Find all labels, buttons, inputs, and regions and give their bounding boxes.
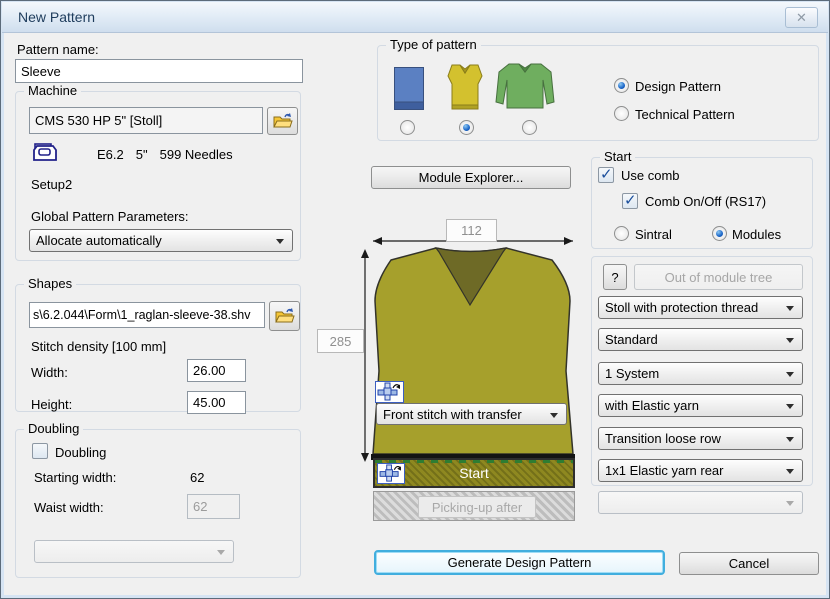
machine-group-label: Machine (24, 83, 81, 98)
sintral-radio[interactable] (614, 226, 629, 241)
title-bar[interactable]: New Pattern ✕ (2, 2, 828, 33)
waist-width-label: Waist width: (34, 500, 104, 515)
sintral-label: Sintral (635, 227, 672, 242)
gpp-label: Global Pattern Parameters: (31, 209, 189, 224)
close-icon: ✕ (796, 10, 807, 26)
out-of-module-tree-button: Out of module tree (634, 264, 803, 290)
fabric-type-dropdown[interactable]: Front stitch with transfer (376, 403, 567, 425)
shapes-group-label: Shapes (24, 276, 76, 291)
machine-icon (31, 142, 57, 162)
shape-path-field[interactable] (29, 302, 265, 328)
starting-width-value: 62 (190, 470, 204, 485)
stitch-density-label: Stitch density [100 mm] (31, 339, 166, 354)
stitch-width-input[interactable] (187, 359, 246, 382)
machine-name-field[interactable] (29, 107, 263, 134)
new-pattern-dialog: New Pattern ✕ Pattern name: Machine E6.2… (0, 0, 830, 599)
system-dropdown[interactable]: 1 System (598, 362, 803, 385)
doubling-dropdown (34, 540, 234, 563)
module-icon (377, 463, 405, 484)
window-title: New Pattern (18, 9, 95, 25)
design-pattern-label: Design Pattern (635, 79, 721, 94)
swatch-pattern-icon[interactable] (394, 67, 424, 110)
modules-label: Modules (732, 227, 781, 242)
pattern-name-input[interactable] (15, 59, 303, 83)
doubling-checkbox-label: Doubling (55, 445, 106, 460)
start-module-dropdown[interactable]: Stoll with protection thread (598, 296, 803, 319)
cancel-button[interactable]: Cancel (679, 552, 819, 575)
design-pattern-radio[interactable] (614, 78, 629, 93)
machine-setup-label: Setup2 (31, 177, 72, 192)
stitch-height-input[interactable] (187, 391, 246, 414)
technical-pattern-radio[interactable] (614, 106, 629, 121)
transition-dropdown[interactable]: Transition loose row (598, 427, 803, 450)
vest-type-radio[interactable] (459, 120, 474, 135)
starting-width-label: Starting width: (34, 470, 116, 485)
module-icon[interactable] (375, 381, 404, 403)
extra-dropdown (598, 491, 803, 514)
sweater-type-radio[interactable] (522, 120, 537, 135)
help-button[interactable]: ? (603, 264, 627, 290)
doubling-checkbox[interactable] (32, 443, 48, 459)
modules-radio[interactable] (712, 226, 727, 241)
picking-up-bar: Picking-up after (373, 491, 575, 521)
open-folder-icon (273, 113, 293, 129)
shape-browse-button[interactable] (269, 301, 300, 331)
close-button[interactable]: ✕ (785, 7, 818, 28)
standard-dropdown[interactable]: Standard (598, 328, 803, 351)
generate-design-pattern-button[interactable]: Generate Design Pattern (374, 550, 665, 575)
module-explorer-button[interactable]: Module Explorer... (371, 166, 571, 189)
gpp-dropdown[interactable]: Allocate automatically (29, 229, 293, 252)
use-comb-checkbox[interactable] (598, 167, 614, 183)
start-group-label: Start (600, 149, 635, 164)
elastic-rear-dropdown[interactable]: 1x1 Elastic yarn rear (598, 459, 803, 482)
comb-onoff-label: Comb On/Off (RS17) (645, 194, 766, 209)
machine-browse-button[interactable] (267, 107, 298, 135)
type-of-pattern-label: Type of pattern (386, 37, 481, 52)
doubling-group-label: Doubling (24, 421, 83, 436)
sweater-pattern-icon[interactable] (495, 62, 555, 111)
stitch-width-label: Width: (31, 365, 68, 380)
comb-onoff-checkbox[interactable] (622, 193, 638, 209)
type-of-pattern-group: Type of pattern (377, 45, 819, 141)
pattern-name-label: Pattern name: (17, 42, 99, 57)
technical-pattern-label: Technical Pattern (635, 107, 735, 122)
swatch-type-radio[interactable] (400, 120, 415, 135)
width-dimension-box[interactable]: 112 (446, 219, 497, 242)
start-module-bar[interactable]: Start (373, 458, 575, 488)
picking-up-after-button: Picking-up after (418, 496, 536, 518)
use-comb-label: Use comb (621, 168, 680, 183)
waist-width-input (187, 494, 240, 519)
elastic-yarn-dropdown[interactable]: with Elastic yarn (598, 394, 803, 417)
height-dimension-box[interactable]: 285 (317, 329, 364, 353)
open-folder-icon (275, 308, 295, 324)
stitch-height-label: Height: (31, 397, 72, 412)
machine-gauge-info: E6.25"599 Needles (97, 147, 233, 162)
vest-pattern-icon[interactable] (445, 64, 485, 110)
